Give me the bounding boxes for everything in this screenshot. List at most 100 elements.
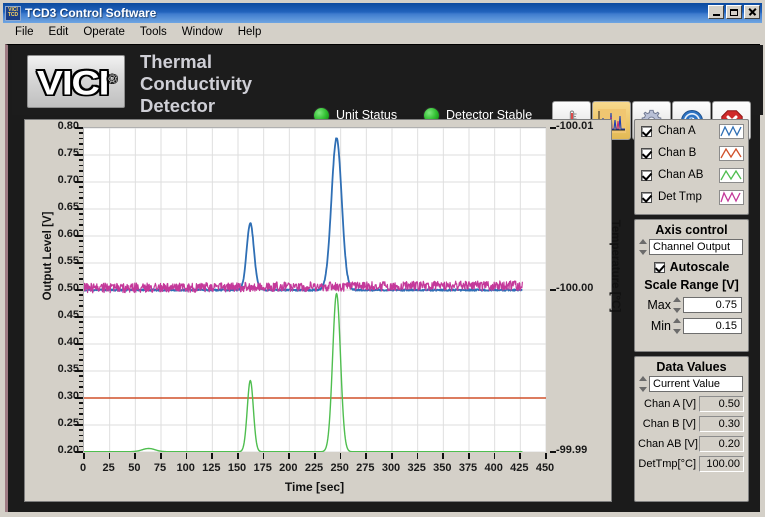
spinner-up-icon[interactable] bbox=[673, 297, 681, 302]
window-controls bbox=[708, 5, 760, 19]
data-values-spinner[interactable] bbox=[639, 376, 648, 392]
y-axis-left-tick-label: 0.30 bbox=[57, 390, 79, 402]
scale-max-spinner[interactable] bbox=[673, 297, 682, 313]
x-axis-tick-label: 25 bbox=[102, 462, 115, 474]
y-axis-major-tick bbox=[75, 289, 83, 291]
x-axis: 0 25 50 75 100 125 150 175 200 225 250 275 300 325 350… bbox=[80, 453, 554, 483]
axis-channel-selector[interactable]: Channel Output bbox=[639, 239, 743, 255]
x-axis-tick-label: 425 bbox=[510, 462, 529, 474]
data-value-det-tmp: 100.00 bbox=[699, 456, 744, 472]
spinner-up-icon[interactable] bbox=[639, 376, 647, 381]
y-axis-major-tick bbox=[75, 424, 83, 426]
x-axis-tick bbox=[493, 453, 496, 459]
scale-max-input[interactable]: 0.75 bbox=[683, 297, 742, 313]
channel-row-chan-b[interactable]: Chan B bbox=[635, 142, 748, 164]
spinner-up-icon[interactable] bbox=[639, 239, 647, 244]
channel-row-det-tmp[interactable]: Det Tmp bbox=[635, 186, 748, 208]
y-axis-major-tick bbox=[75, 370, 83, 372]
axis-selector-spinner[interactable] bbox=[639, 239, 648, 255]
data-row-chan-ab: Chan AB [V] 0.20 bbox=[638, 436, 744, 452]
spinner-down-icon[interactable] bbox=[639, 387, 647, 392]
checkbox-autoscale[interactable] bbox=[653, 261, 665, 273]
y-axis-major-tick bbox=[75, 451, 83, 453]
spinner-up-icon[interactable] bbox=[673, 318, 681, 323]
y-axis-major-tick bbox=[75, 343, 83, 345]
y-axis-major-tick bbox=[75, 316, 83, 318]
axis-control-panel: Axis control Channel Output Autoscale Sc… bbox=[634, 219, 749, 352]
y-axis-left-title: Output Level [V] bbox=[42, 211, 54, 301]
checkbox-chan-b[interactable] bbox=[641, 147, 652, 159]
scale-max-label: Max bbox=[647, 298, 671, 312]
plot-area[interactable] bbox=[83, 127, 546, 452]
maximize-button[interactable] bbox=[726, 5, 742, 19]
data-value-chan-ab: 0.20 bbox=[699, 436, 744, 452]
scale-min-spinner[interactable] bbox=[673, 318, 682, 334]
data-value-chan-a: 0.50 bbox=[699, 396, 744, 412]
autoscale-row[interactable]: Autoscale bbox=[635, 260, 748, 274]
x-axis-tick-label: 375 bbox=[458, 462, 478, 474]
scale-min-input[interactable]: 0.15 bbox=[683, 318, 742, 334]
data-values-selector[interactable]: Current Value bbox=[639, 376, 743, 392]
x-axis-tick-label: 50 bbox=[128, 462, 141, 474]
spinner-down-icon[interactable] bbox=[639, 250, 647, 255]
x-axis-tick bbox=[160, 453, 162, 459]
data-label-chan-ab: Chan AB [V] bbox=[638, 438, 698, 450]
y-axis-right-tick bbox=[550, 451, 556, 453]
data-values-title: Data Values bbox=[656, 360, 727, 374]
x-axis-tick-label: 75 bbox=[153, 462, 167, 474]
y-axis-left-tick-label: 0.35 bbox=[57, 363, 79, 375]
x-axis-tick-label: 225 bbox=[304, 462, 324, 474]
menu-item-window[interactable]: Window bbox=[175, 24, 231, 41]
channel-label-chan-b: Chan B bbox=[658, 147, 697, 159]
scale-max-row[interactable]: Max 0.75 bbox=[641, 297, 742, 313]
spinner-down-icon[interactable] bbox=[673, 308, 681, 313]
data-value-chan-b: 0.30 bbox=[699, 416, 744, 432]
channel-row-chan-a[interactable]: Chan A bbox=[635, 120, 748, 142]
y-axis-right-tick-label: -100.01 bbox=[556, 120, 594, 132]
window-title: TCD3 Control Software bbox=[25, 6, 157, 20]
checkbox-chan-ab[interactable] bbox=[641, 169, 652, 181]
y-axis-left-ticks bbox=[75, 127, 83, 453]
y-axis-left-tick-label: 0.70 bbox=[57, 174, 79, 186]
minimize-button[interactable] bbox=[708, 5, 724, 19]
y-axis-right-title: Temperature [°C] bbox=[609, 219, 621, 313]
checkbox-chan-a[interactable] bbox=[641, 125, 652, 137]
scale-min-row[interactable]: Min 0.15 bbox=[641, 318, 742, 334]
y-axis-right: -100.01 -100.00 -99.99 bbox=[550, 120, 608, 501]
product-title: Thermal Conductivity Detector bbox=[140, 51, 253, 116]
menu-item-operate[interactable]: Operate bbox=[76, 24, 133, 41]
menu-item-tools[interactable]: Tools bbox=[133, 24, 175, 41]
data-row-chan-a: Chan A [V] 0.50 bbox=[638, 396, 744, 412]
chart-panel: 0.20 0.25 0.30 0.35 0.40 0.45 0.50 0.55 0.60 0.65… bbox=[24, 119, 621, 502]
data-label-chan-b: Chan B [V] bbox=[642, 418, 696, 430]
x-axis-tick bbox=[442, 453, 444, 459]
checkbox-det-tmp[interactable] bbox=[641, 191, 652, 203]
client-area: VICI® Thermal Conductivity Detector Unit… bbox=[5, 44, 763, 512]
y-axis-right-tick-label: -99.99 bbox=[556, 444, 588, 456]
menu-item-edit[interactable]: Edit bbox=[42, 24, 77, 41]
y-axis-major-tick bbox=[75, 235, 83, 237]
autoscale-label: Autoscale bbox=[669, 260, 730, 274]
y-axis-right-tick-label: -100.00 bbox=[556, 282, 594, 294]
x-axis-tick-label: 200 bbox=[279, 462, 298, 474]
channel-row-chan-ab[interactable]: Chan AB bbox=[635, 164, 748, 186]
spinner-down-icon[interactable] bbox=[673, 329, 681, 334]
y-axis-major-tick bbox=[75, 154, 83, 156]
menu-item-file[interactable]: File bbox=[8, 24, 42, 41]
x-axis-tick-label: 150 bbox=[227, 462, 247, 474]
data-values-selector-value[interactable]: Current Value bbox=[649, 376, 743, 392]
x-axis-tick bbox=[314, 453, 316, 459]
vici-logo: VICI® bbox=[27, 55, 125, 108]
x-axis-tick-label: 350 bbox=[433, 462, 452, 474]
x-axis-tick-label: 175 bbox=[253, 462, 272, 474]
menu-item-help[interactable]: Help bbox=[231, 24, 270, 41]
data-label-chan-a: Chan A [V] bbox=[644, 398, 696, 410]
y-axis-left-tick-label: 0.75 bbox=[57, 147, 79, 159]
close-button[interactable] bbox=[744, 5, 760, 19]
application-window: VICI TCD TCD3 Control Software File Edit … bbox=[0, 0, 765, 517]
logo-registered-mark: ® bbox=[108, 74, 116, 85]
axis-selector-value[interactable]: Channel Output bbox=[649, 239, 743, 255]
y-axis-right-tick bbox=[550, 127, 556, 129]
x-axis-tick-label: 275 bbox=[356, 462, 375, 474]
header-banner: VICI® Thermal Conductivity Detector Unit… bbox=[12, 45, 763, 140]
